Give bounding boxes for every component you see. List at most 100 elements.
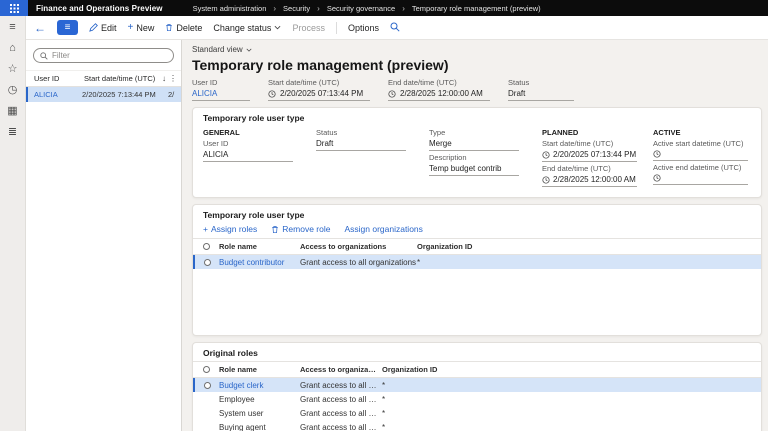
options-label: Options: [348, 23, 379, 33]
user-id-value[interactable]: ALICIA: [192, 87, 250, 101]
column-header-access[interactable]: Access to organizations: [300, 365, 382, 374]
org-id-cell: *: [382, 409, 761, 418]
breadcrumb-item[interactable]: System administration: [193, 4, 267, 13]
toolbar-divider: [336, 22, 337, 34]
list-row[interactable]: ALICIA 2/20/2025 7:13:44 PM 2/: [26, 87, 181, 102]
app-launcher-button[interactable]: [0, 0, 28, 16]
list-row-user-id[interactable]: ALICIA: [34, 90, 82, 99]
row-selector-radio[interactable]: [195, 259, 219, 266]
end-datetime-value[interactable]: 2/28/2025 12:00:00 AM: [388, 87, 490, 101]
org-id-cell: *: [382, 395, 761, 404]
filter-box[interactable]: [33, 48, 174, 63]
column-header-start[interactable]: Start date/time (UTC): [84, 74, 162, 83]
sort-descending-icon[interactable]: ↓: [162, 74, 166, 83]
select-all-radio[interactable]: [193, 366, 219, 373]
recent-clock-icon[interactable]: ◷: [8, 84, 18, 96]
field-active-start: Active start datetime (UTC): [653, 139, 751, 161]
radio-icon: [204, 259, 211, 266]
planned-end-value[interactable]: 2/28/2025 12:00:00 AM: [542, 174, 637, 187]
grid-toolbar: + Assign roles Remove role Assign organi…: [193, 223, 761, 238]
home-icon[interactable]: ⌂: [9, 42, 16, 54]
active-column: ACTIVE Active start datetime (UTC) Activ…: [653, 128, 751, 189]
column-header-org-id[interactable]: Organization ID: [417, 242, 761, 251]
favorites-star-icon[interactable]: ☆: [8, 63, 18, 75]
clock-icon: [388, 90, 396, 98]
delete-label: Delete: [176, 23, 202, 33]
access-cell: Grant access to all organizations: [300, 258, 417, 267]
planned-start-value[interactable]: 2/20/2025 07:13:44 PM: [542, 149, 637, 162]
back-button[interactable]: ←: [34, 22, 46, 34]
grid-row[interactable]: Budget clerk Grant access to all organiz…: [193, 378, 761, 392]
edit-button[interactable]: Edit: [89, 23, 117, 33]
grid-row[interactable]: Budget contributor Grant access to all o…: [193, 255, 761, 269]
pencil-icon: [89, 23, 98, 32]
breadcrumb-item[interactable]: Temporary role management (preview): [412, 4, 541, 13]
breadcrumb-item[interactable]: Security: [283, 4, 310, 13]
top-app-bar: Finance and Operations Preview System ad…: [0, 0, 768, 16]
start-datetime-text: 2/20/2025 07:13:44 PM: [280, 89, 363, 98]
remove-role-label: Remove role: [282, 224, 330, 234]
workspaces-icon[interactable]: ▦: [7, 105, 17, 117]
change-status-button[interactable]: Change status: [213, 23, 281, 33]
remove-role-button[interactable]: Remove role: [271, 224, 330, 234]
new-label: New: [136, 23, 154, 33]
grid-row[interactable]: Buying agent Grant access to all organiz…: [193, 420, 761, 431]
breadcrumb-item[interactable]: Security governance: [327, 4, 395, 13]
clock-icon: [542, 151, 550, 159]
filter-input[interactable]: [52, 51, 167, 60]
role-name-cell[interactable]: Budget clerk: [219, 381, 300, 390]
grid-row[interactable]: System user Grant access to all organiza…: [193, 406, 761, 420]
header-fields: User ID ALICIA Start date/time (UTC) 2/2…: [192, 78, 762, 101]
access-cell: Grant access to all organizations: [300, 381, 382, 390]
options-button[interactable]: Options: [348, 23, 379, 33]
column-header-role-name[interactable]: Role name: [219, 242, 300, 251]
search-icon[interactable]: [390, 19, 400, 37]
group-header: GENERAL: [203, 128, 316, 139]
field-planned-end: End date/time (UTC) 2/28/2025 12:00:00 A…: [542, 164, 653, 187]
modules-list-icon[interactable]: ≣: [8, 126, 17, 138]
radio-icon: [203, 366, 210, 373]
hamburger-menu-icon[interactable]: ≡: [9, 21, 15, 33]
fasttab-header[interactable]: Original roles: [193, 343, 761, 361]
role-name-cell[interactable]: Budget contributor: [219, 258, 300, 267]
planned-end-text: 2/28/2025 12:00:00 AM: [553, 175, 636, 184]
column-header-access[interactable]: Access to organizations: [300, 242, 417, 251]
type-value[interactable]: Merge: [429, 138, 519, 151]
active-start-value: [653, 149, 748, 161]
list-row-start: 2/20/2025 7:13:44 PM: [82, 90, 168, 99]
grid-header: Role name Access to organizations Organi…: [193, 361, 761, 378]
role-name-cell[interactable]: System user: [219, 409, 300, 418]
row-selector-radio[interactable]: [195, 382, 219, 389]
column-header-role-name[interactable]: Role name: [219, 365, 300, 374]
user-id-value[interactable]: ALICIA: [203, 149, 293, 162]
delete-button[interactable]: Delete: [165, 23, 202, 33]
select-all-radio[interactable]: [193, 243, 219, 250]
column-options-icon[interactable]: ⋮: [169, 74, 177, 83]
column-header-org-id[interactable]: Organization ID: [382, 365, 761, 374]
chevron-down-icon: [274, 25, 281, 30]
description-value[interactable]: Temp budget contrib: [429, 163, 519, 176]
fasttab-header[interactable]: Temporary role user type: [193, 205, 761, 223]
column-header-user-id[interactable]: User ID: [34, 74, 84, 83]
main-content: Standard view Temporary role management …: [182, 40, 768, 431]
details-body: GENERAL User ID ALICIA Status Draft Type: [193, 126, 761, 197]
access-cell: Grant access to all organizations: [300, 395, 382, 404]
general-column: GENERAL User ID ALICIA: [203, 128, 316, 189]
command-bar: ← ≡ Edit + New Delete Change status Proc…: [26, 16, 768, 40]
access-cell: Grant access to all organizations: [300, 409, 382, 418]
fasttab-header[interactable]: Temporary role user type: [193, 108, 761, 126]
planned-start-text: 2/20/2025 07:13:44 PM: [553, 150, 636, 159]
start-datetime-value[interactable]: 2/20/2025 07:13:44 PM: [268, 87, 370, 101]
assign-organizations-button[interactable]: Assign organizations: [344, 224, 422, 234]
view-selector[interactable]: Standard view: [192, 45, 252, 54]
product-name[interactable]: Finance and Operations Preview: [36, 4, 163, 13]
trash-icon: [271, 225, 279, 234]
assign-roles-button[interactable]: + Assign roles: [203, 224, 257, 234]
field-start-datetime: Start date/time (UTC) 2/20/2025 07:13:44…: [268, 78, 370, 101]
details-fasttab: Temporary role user type GENERAL User ID…: [192, 107, 762, 198]
role-name-cell[interactable]: Buying agent: [219, 423, 300, 431]
role-name-cell[interactable]: Employee: [219, 395, 300, 404]
navigation-pane-toggle-button[interactable]: ≡: [57, 20, 78, 35]
grid-row[interactable]: Employee Grant access to all organizatio…: [193, 392, 761, 406]
new-button[interactable]: + New: [128, 23, 155, 33]
